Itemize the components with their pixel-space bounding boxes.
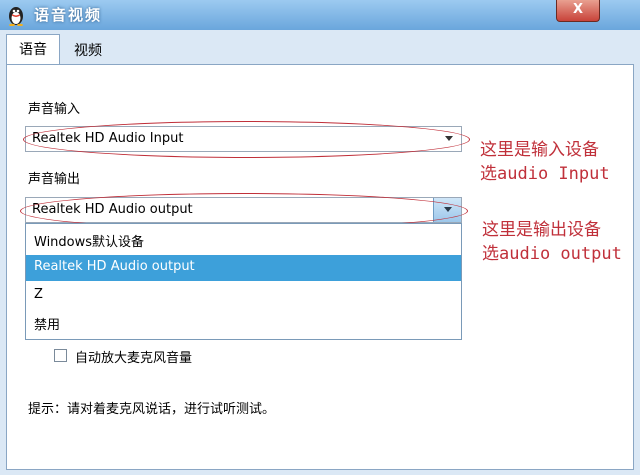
chevron-down-icon [444, 207, 452, 212]
dropdown-option[interactable]: 禁用 [26, 310, 461, 336]
qq-penguin-icon [9, 7, 23, 26]
annotation-input-line2: 选audio Input [480, 164, 610, 184]
output-dropdown-list: Windows默认设备 Realtek HD Audio output Z 禁用 [25, 223, 462, 340]
input-label: 声音输入 [28, 102, 81, 117]
input-device-select[interactable]: Realtek HD Audio Input [25, 126, 462, 152]
auto-mic-checkbox[interactable] [54, 349, 67, 362]
dropdown-button[interactable] [433, 198, 461, 222]
hint-text: 提示：请对着麦克风说话，进行试听测试。 [28, 402, 276, 417]
auto-mic-label: 自动放大麦克风音量 [75, 351, 193, 366]
annotation-input: 这里是输入设备 选audio Input [480, 138, 610, 186]
dropdown-option[interactable]: Windows默认设备 [26, 227, 461, 253]
tab-voice[interactable]: 语音 [6, 34, 60, 65]
dropdown-option-selected[interactable]: Realtek HD Audio output [26, 255, 461, 281]
output-label: 声音输出 [28, 172, 81, 187]
dropdown-option[interactable]: Z [26, 283, 461, 309]
annotation-output: 这里是输出设备 选audio output [482, 218, 622, 266]
tab-bar: 语音 视频 [0, 30, 640, 65]
close-icon: X [572, 2, 584, 17]
window-title: 语音视频 [34, 6, 103, 24]
title-bar: 语音视频 X [0, 0, 640, 30]
output-device-select[interactable]: Realtek HD Audio output [25, 197, 462, 223]
chevron-down-icon [445, 136, 453, 141]
annotation-output-line2: 选audio output [482, 244, 622, 264]
output-device-value: Realtek HD Audio output [32, 202, 193, 217]
annotation-input-line1: 这里是输入设备 [480, 140, 599, 160]
annotation-output-line1: 这里是输出设备 [482, 220, 601, 240]
tab-video[interactable]: 视频 [62, 36, 118, 64]
input-device-value: Realtek HD Audio Input [32, 131, 184, 146]
close-button[interactable]: X [556, 0, 600, 22]
